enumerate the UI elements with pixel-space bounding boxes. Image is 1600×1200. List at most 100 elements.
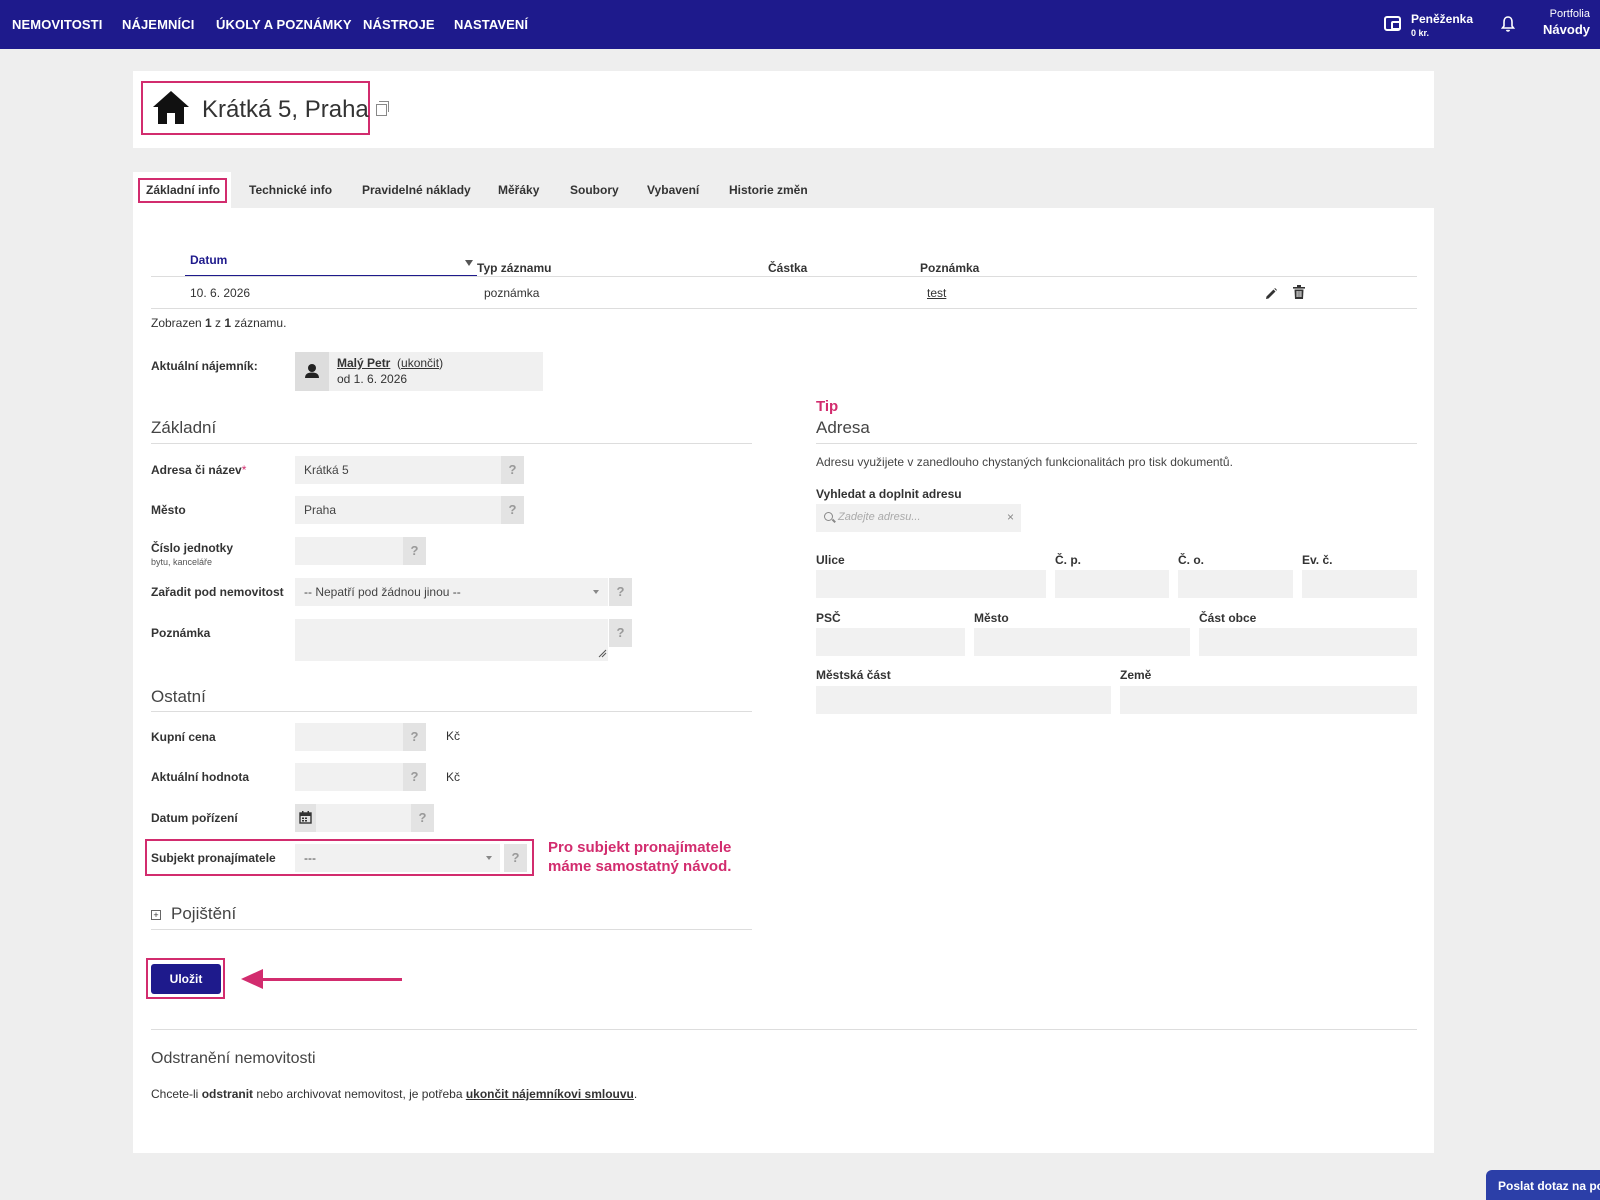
acquisition-date-input[interactable] [316, 804, 411, 832]
city-district-input[interactable] [816, 686, 1111, 714]
tab-historie-zmen[interactable]: Historie změn [729, 172, 808, 208]
row-type: poznámka [484, 286, 540, 300]
district-part-label: Část obce [1199, 611, 1257, 625]
section-basic-title: Základní [151, 418, 217, 437]
house-icon [153, 91, 189, 124]
clear-icon[interactable]: × [1007, 510, 1014, 524]
delete-trash-icon[interactable] [1293, 285, 1305, 299]
portfolio-label: Portfolia [1549, 8, 1590, 20]
address-search-input[interactable]: Zadejte adresu... × [816, 504, 1021, 532]
row-note-link[interactable]: test [927, 286, 946, 300]
current-value-input[interactable] [295, 763, 403, 791]
removal-text-pre: Chcete-li [151, 1087, 202, 1101]
tenant-name-link[interactable]: Malý Petr [337, 356, 390, 370]
section-address-title: Adresa [816, 418, 870, 437]
unit-number-label: Číslo jednotky [151, 541, 234, 555]
col-datum[interactable]: Datum [190, 253, 227, 267]
currency-unit: Kč [446, 770, 461, 784]
country-input[interactable] [1120, 686, 1417, 714]
resize-handle-icon[interactable] [598, 649, 607, 658]
parent-help-button[interactable]: ? [609, 578, 632, 606]
street-input[interactable] [816, 570, 1046, 598]
annotation-line-2: máme samostatný návod. [548, 858, 732, 875]
records-shown: 1 [205, 316, 212, 330]
address-input[interactable]: Krátká 5 [295, 456, 501, 484]
value-help-button[interactable]: ? [403, 763, 426, 791]
parent-property-label: Zařadit pod nemovitost [151, 585, 284, 599]
district-part-input[interactable] [1199, 628, 1417, 656]
address-city-input[interactable] [974, 628, 1190, 656]
annotation-note: Pro subjekt pronajímatele máme samostatn… [548, 838, 731, 876]
copy-icon[interactable] [376, 101, 389, 116]
tab-soubory[interactable]: Soubory [570, 172, 619, 208]
nav-nastroje[interactable]: NÁSTROJE [363, 17, 435, 32]
calendar-button[interactable] [295, 804, 316, 832]
psc-input[interactable] [816, 628, 965, 656]
calendar-icon [299, 811, 312, 824]
address-help-button[interactable]: ? [501, 456, 524, 484]
removal-text-mid: nebo archivovat nemovitost, je potřeba [253, 1087, 466, 1101]
edit-pencil-icon[interactable] [1264, 287, 1278, 301]
portfolio-menu[interactable]: Portfolia Návody [1543, 8, 1590, 37]
table-header-line [151, 276, 1417, 277]
city-help-button[interactable]: ? [501, 496, 524, 524]
sort-desc-icon[interactable] [465, 260, 473, 266]
col-castka[interactable]: Částka [768, 261, 807, 275]
ev-input[interactable] [1302, 570, 1417, 598]
tab-technicke-info[interactable]: Technické info [249, 172, 332, 208]
col-poznamka[interactable]: Poznámka [920, 261, 979, 275]
note-textarea[interactable] [295, 619, 608, 661]
acquisition-date-label: Datum pořízení [151, 811, 238, 825]
street-label: Ulice [816, 553, 845, 567]
tip-label: Tip [816, 398, 839, 415]
row-date: 10. 6. 2026 [190, 286, 251, 300]
insurance-line [151, 929, 752, 930]
send-question-button[interactable]: Poslat dotaz na po [1486, 1170, 1600, 1200]
top-navigation: NEMOVITOSTI NÁJEMNÍCI ÚKOLY A POZNÁMKY N… [0, 0, 1600, 49]
currency-unit: Kč [446, 729, 461, 743]
nav-ukoly[interactable]: ÚKOLY A POZNÁMKY [216, 17, 352, 32]
city-input[interactable]: Praha [295, 496, 501, 524]
co-input[interactable] [1178, 570, 1293, 598]
tab-pravidelne-naklady[interactable]: Pravidelné náklady [362, 172, 471, 208]
section-other-line [151, 711, 752, 712]
expand-insurance-icon[interactable]: + [151, 910, 161, 920]
guides-label: Návody [1543, 22, 1590, 37]
col-typ[interactable]: Typ záznamu [477, 261, 551, 275]
landlord-select[interactable]: --- [295, 844, 500, 872]
date-help-button[interactable]: ? [411, 804, 434, 832]
unit-help-button[interactable]: ? [403, 537, 426, 565]
address-description: Adresu využijete v zanedlouho chystaných… [816, 455, 1233, 469]
main-card [133, 208, 1434, 1153]
landlord-help-button[interactable]: ? [504, 844, 527, 872]
tab-vybaveni[interactable]: Vybavení [647, 172, 699, 208]
arrow-annotation-line [255, 978, 402, 981]
tenant-label: Aktuální nájemník: [151, 359, 258, 373]
wallet-value: 0 kr. [1411, 28, 1430, 38]
chevron-down-icon [486, 856, 492, 860]
bell-icon[interactable] [1500, 15, 1516, 33]
save-button[interactable]: Uložit [151, 964, 221, 994]
psc-label: PSČ [816, 611, 841, 625]
parent-property-select[interactable]: -- Nepatří pod žádnou jinou -- [295, 578, 608, 606]
tenant-card: Malý Petr (ukončit) od 1. 6. 2026 [295, 352, 543, 391]
removal-text-end: . [633, 1087, 638, 1101]
purchase-price-input[interactable] [295, 723, 403, 751]
nav-nastaveni[interactable]: NASTAVENÍ [454, 17, 528, 32]
price-help-button[interactable]: ? [403, 723, 426, 751]
records-info: Zobrazen 1 z 1 záznamu. [151, 316, 286, 330]
nav-nemovitosti[interactable]: NEMOVITOSTI [12, 17, 102, 32]
end-contract-link[interactable]: ukončit nájemníkovi smlouvu [466, 1087, 634, 1101]
landlord-label: Subjekt pronajímatele [151, 851, 276, 865]
cp-label: Č. p. [1055, 553, 1081, 567]
address-label: Adresa či název* [151, 463, 246, 477]
insurance-title[interactable]: Pojištění [171, 904, 236, 924]
nav-najemnici[interactable]: NÁJEMNÍCI [122, 17, 194, 32]
note-help-button[interactable]: ? [609, 619, 632, 647]
tab-highlight [138, 178, 227, 203]
cp-input[interactable] [1055, 570, 1169, 598]
tenant-end-link[interactable]: ukončit [401, 356, 439, 370]
tab-meraky[interactable]: Měřáky [498, 172, 539, 208]
unit-number-input[interactable] [295, 537, 403, 565]
unit-number-sublabel: bytu, kanceláře [151, 557, 213, 567]
